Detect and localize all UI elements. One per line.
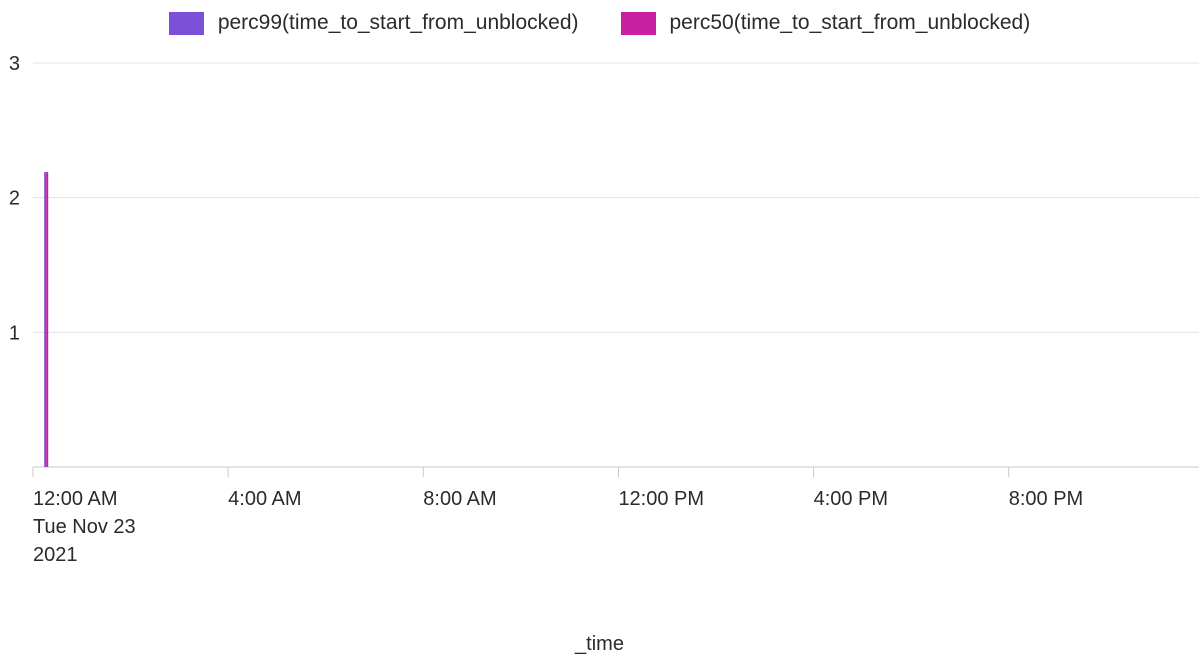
- x-tick-label: 8:00 AM: [423, 488, 496, 510]
- bar-perc50: [46, 172, 49, 467]
- y-tick-label: 1: [9, 322, 20, 344]
- y-tick-label: 2: [9, 188, 20, 210]
- x-axis-title: _time: [575, 633, 624, 655]
- x-tick-label: 4:00 AM: [228, 488, 301, 510]
- x-tick-label: 12:00 AM Tue Nov 23 2021: [33, 488, 136, 566]
- x-tick-label: 8:00 PM: [1009, 488, 1083, 510]
- y-tick-label: 3: [9, 53, 20, 75]
- x-tick-label: 4:00 PM: [814, 488, 888, 510]
- x-tick-label: 12:00 PM: [618, 488, 704, 510]
- bar-perc99: [44, 172, 47, 467]
- chart-plot-area: 1 2 3 12:00 AM Tue Nov 23 2021 4:00 AM 8:00 AM 1…: [9, 53, 1199, 566]
